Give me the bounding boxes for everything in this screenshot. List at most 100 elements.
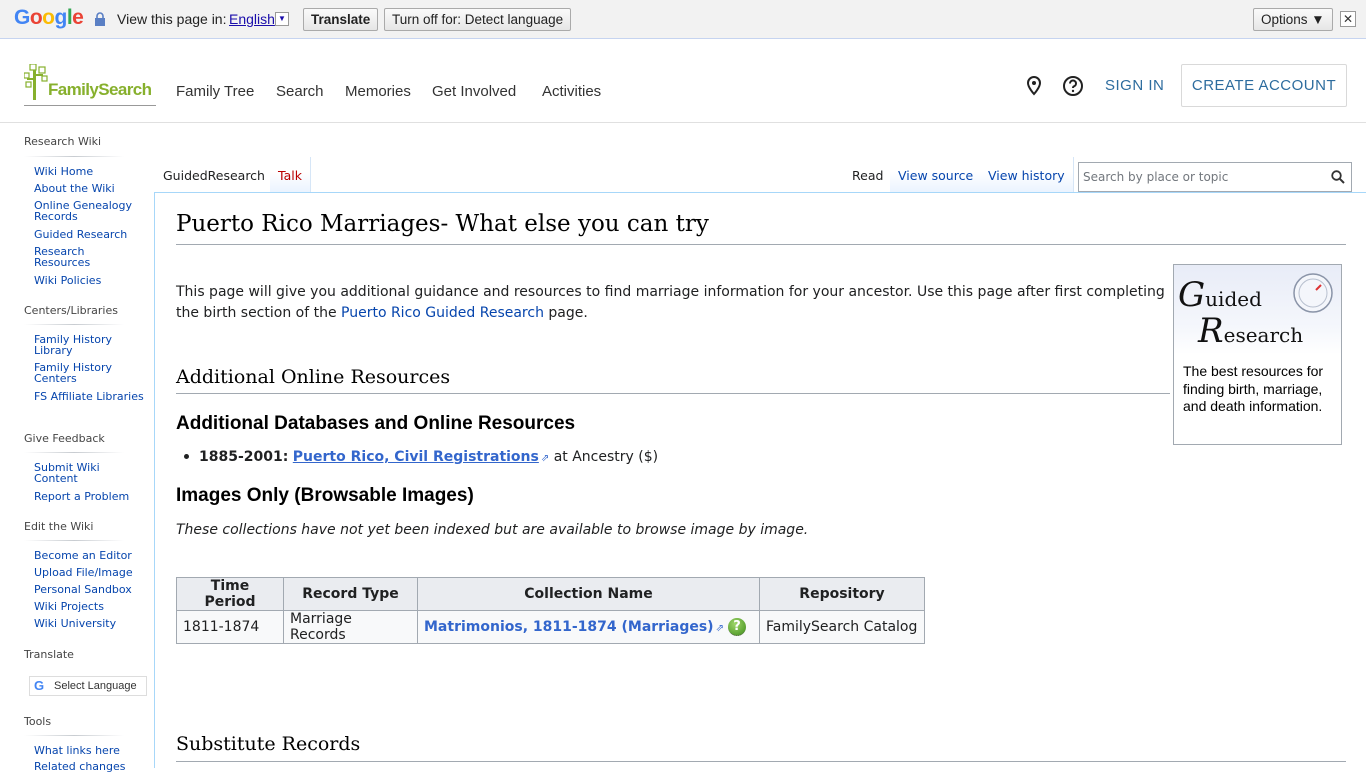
turn-off-button[interactable]: Turn off for: Detect language bbox=[384, 8, 572, 31]
chevron-down-icon[interactable]: ▼ bbox=[275, 12, 289, 26]
sidebar-heading-feedback: Give Feedback bbox=[24, 432, 105, 445]
page-title: Puerto Rico Marriages- What else you can… bbox=[176, 211, 709, 237]
left-sidebar: Research Wiki Wiki Home About the Wiki O… bbox=[0, 124, 155, 772]
tab-read[interactable]: Read bbox=[844, 157, 893, 193]
create-account-button[interactable]: CREATE ACCOUNT bbox=[1181, 64, 1347, 107]
search-placeholder: Search by place or topic bbox=[1083, 170, 1229, 184]
col-time-period: Time Period bbox=[176, 577, 284, 611]
images-note: These collections have not yet been inde… bbox=[176, 522, 809, 538]
sidebar-heading-translate: Translate bbox=[24, 648, 74, 661]
view-page-label: View this page in: bbox=[117, 11, 227, 27]
google-g-icon: G bbox=[34, 678, 45, 693]
sidebar-item-upload[interactable]: Upload File/Image bbox=[34, 567, 144, 578]
tab-talk[interactable]: Talk bbox=[270, 157, 311, 193]
civil-registrations-link[interactable]: Puerto Rico, Civil Registrations bbox=[293, 449, 539, 465]
sidebar-item-wiki-policies[interactable]: Wiki Policies bbox=[34, 275, 144, 286]
sidebar-heading-tools: Tools bbox=[24, 715, 52, 728]
divider bbox=[24, 735, 124, 736]
close-icon[interactable]: ✕ bbox=[1340, 11, 1356, 27]
nav-get-involved[interactable]: Get Involved bbox=[432, 83, 516, 100]
sidebar-item-research-resources[interactable]: Research Resources bbox=[34, 246, 144, 268]
site-header: FamilySearch Family Tree Search Memories… bbox=[0, 40, 1366, 123]
sidebar-item-affiliate[interactable]: FS Affiliate Libraries bbox=[34, 391, 144, 402]
sidebar-heading-research-wiki: Research Wiki bbox=[24, 135, 102, 148]
sidebar-item-report[interactable]: Report a Problem bbox=[34, 491, 144, 502]
guided-word: Guided bbox=[1178, 275, 1262, 315]
records-table: Time Period Record Type Collection Name … bbox=[176, 577, 925, 644]
external-link-icon: ⇗ bbox=[540, 453, 550, 464]
help-icon[interactable] bbox=[1062, 75, 1084, 97]
intro-text-end: page. bbox=[543, 305, 588, 321]
external-link-icon: ⇗ bbox=[715, 623, 724, 634]
divider bbox=[24, 452, 124, 453]
logo-text: FamilySearch bbox=[48, 80, 152, 99]
sidebar-heading-centers: Centers/Libraries bbox=[24, 304, 118, 317]
sidebar-item-online-records[interactable]: Online Genealogy Records bbox=[34, 200, 144, 222]
wiki-search-input[interactable]: Search by place or topic bbox=[1078, 162, 1352, 192]
select-language-label: Select Language bbox=[54, 680, 137, 692]
matrimonios-link[interactable]: Matrimonios, 1811-1874 (Marriages) bbox=[424, 619, 714, 635]
heading-substitute-records: Substitute Records bbox=[176, 733, 361, 755]
sidebar-heading-edit: Edit the Wiki bbox=[24, 520, 94, 533]
sidebar-item-what-links[interactable]: What links here bbox=[34, 745, 144, 756]
intro-text: This page will give you additional guida… bbox=[176, 284, 1165, 321]
google-logo: Google bbox=[14, 6, 84, 29]
sidebar-item-guided-research[interactable]: Guided Research bbox=[34, 229, 144, 240]
list-item: 1885-2001: Puerto Rico, Civil Registrati… bbox=[184, 447, 658, 469]
translate-button[interactable]: Translate bbox=[303, 8, 379, 31]
sidebar-item-fhl[interactable]: Family History Library bbox=[34, 334, 144, 356]
divider bbox=[24, 540, 124, 541]
nav-memories[interactable]: Memories bbox=[345, 83, 411, 100]
divider bbox=[24, 324, 124, 325]
heading-online-resources: Additional Online Resources bbox=[176, 366, 451, 388]
table-header-row: Time Period Record Type Collection Name … bbox=[176, 577, 925, 611]
heading-images-only: Images Only (Browsable Images) bbox=[176, 485, 474, 506]
guided-box-description: The best resources for finding birth, ma… bbox=[1183, 363, 1324, 414]
location-pin-icon[interactable] bbox=[1023, 75, 1045, 97]
sidebar-item-about-wiki[interactable]: About the Wiki bbox=[34, 183, 144, 194]
nav-search[interactable]: Search bbox=[276, 83, 324, 100]
cell-repository: FamilySearch Catalog bbox=[759, 610, 925, 644]
lock-icon bbox=[95, 12, 105, 26]
google-translate-bar: Google View this page in: English ▼ Tran… bbox=[0, 0, 1366, 39]
tab-view-history[interactable]: View history bbox=[980, 157, 1074, 193]
bullet-suffix: at Ancestry ($) bbox=[549, 449, 659, 465]
col-collection-name: Collection Name bbox=[417, 577, 760, 611]
tree-logo-icon bbox=[24, 64, 48, 100]
sidebar-item-university[interactable]: Wiki University bbox=[34, 618, 144, 629]
col-repository: Repository bbox=[759, 577, 925, 611]
nav-activities[interactable]: Activities bbox=[542, 83, 601, 100]
sidebar-item-fhc[interactable]: Family History Centers bbox=[34, 362, 144, 384]
sidebar-item-sandbox[interactable]: Personal Sandbox bbox=[34, 584, 144, 595]
sidebar-item-become-editor[interactable]: Become an Editor bbox=[34, 550, 144, 561]
divider bbox=[176, 761, 1346, 762]
divider bbox=[176, 393, 1170, 394]
heading-databases: Additional Databases and Online Resource… bbox=[176, 413, 576, 434]
nav-family-tree[interactable]: Family Tree bbox=[176, 83, 254, 100]
sidebar-item-related-changes[interactable]: Related changes bbox=[34, 761, 144, 772]
tab-guided-research[interactable]: GuidedResearch bbox=[155, 157, 274, 193]
guided-research-link[interactable]: Puerto Rico Guided Research bbox=[341, 305, 544, 321]
sidebar-item-wiki-home[interactable]: Wiki Home bbox=[34, 166, 144, 177]
compass-globe-icon bbox=[1293, 273, 1333, 313]
table-row: 1811-1874 Marriage Records Matrimonios, … bbox=[176, 610, 925, 644]
tab-view-source[interactable]: View source bbox=[890, 157, 983, 193]
divider bbox=[176, 244, 1346, 245]
guided-research-image[interactable]: Guided Research The best resources for f… bbox=[1173, 264, 1342, 445]
cell-period: 1811-1874 bbox=[176, 610, 284, 644]
sidebar-item-submit[interactable]: Submit Wiki Content bbox=[34, 462, 144, 484]
familysearch-logo[interactable]: FamilySearch bbox=[24, 64, 156, 106]
search-icon[interactable] bbox=[1331, 170, 1345, 184]
bullet-years: 1885-2001: bbox=[199, 449, 289, 465]
sidebar-item-projects[interactable]: Wiki Projects bbox=[34, 601, 144, 612]
language-select[interactable]: English bbox=[229, 11, 275, 27]
research-word: Research bbox=[1198, 311, 1304, 351]
select-language-dropdown[interactable]: G Select Language bbox=[29, 676, 147, 696]
col-record-type: Record Type bbox=[283, 577, 418, 611]
intro-paragraph: This page will give you additional guida… bbox=[176, 282, 1176, 324]
help-icon[interactable]: ? bbox=[727, 618, 746, 636]
options-button[interactable]: Options ▼ bbox=[1253, 8, 1333, 31]
divider bbox=[24, 156, 124, 157]
cell-collection: Matrimonios, 1811-1874 (Marriages) ⇗? bbox=[417, 610, 760, 644]
sign-in-link[interactable]: SIGN IN bbox=[1105, 77, 1164, 94]
